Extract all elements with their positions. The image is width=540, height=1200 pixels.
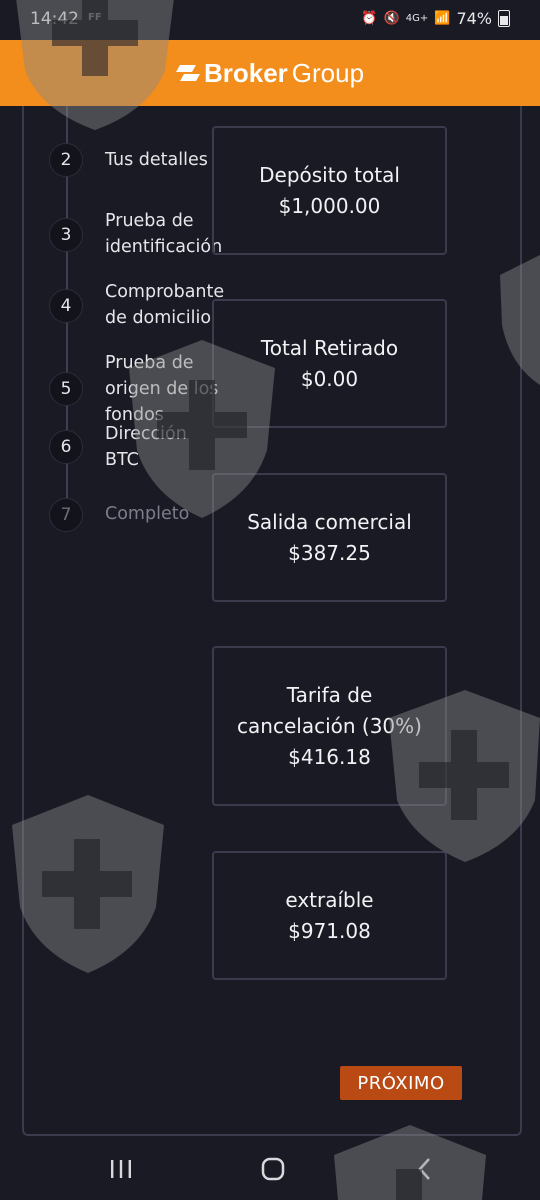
next-button[interactable]: PRÓXIMO [340,1066,462,1100]
card-value: $971.08 [288,918,371,943]
battery-icon [498,10,510,27]
step-number-5: 5 [49,372,83,406]
card-title: extraíble [285,887,374,912]
step-label-complete: Completo [105,504,190,524]
carrier-badge: FF [88,12,102,23]
card-title-line1: Tarifa de [286,682,373,707]
card-value: $1,000.00 [278,193,381,218]
card-title: Total Retirado [260,335,399,360]
card-trading-output: Salida comercial $387.25 [212,473,447,602]
step-label-details: Tus detalles [105,150,208,170]
recents-icon [111,1160,131,1178]
step-number-2: 2 [49,143,83,177]
card-cancellation-fee: Tarifa de cancelación (30%) $416.18 [212,646,447,806]
app-header: Broker Group [0,40,540,106]
logo-text-broker: Broker [203,57,288,88]
card-total-deposit: Depósito total $1,000.00 [212,126,447,255]
status-bar: 14:42 FF ⏰ 🔇 4G+ 📶 74% [0,0,540,40]
card-value: $416.18 [288,744,371,769]
card-total-withdrawn: Total Retirado $0.00 [212,299,447,428]
card-value: $0.00 [300,366,359,391]
main-panel [22,106,522,1136]
step-label-btc-address: Dirección BTC [105,424,187,470]
network-label: 4G+ [405,13,429,24]
brokergroup-logo: Broker Group [175,57,365,89]
back-icon [418,1158,430,1180]
card-value: $387.25 [288,540,371,565]
recents-button[interactable] [104,1154,138,1184]
status-icons: ⏰ 🔇 4G+ 📶 74% [361,9,510,28]
home-icon [261,1157,285,1181]
status-time: 14:42 [30,9,79,29]
card-title: Depósito total [259,162,400,187]
step-number-4: 4 [49,289,83,323]
back-button[interactable] [408,1154,442,1184]
mute-icon: 🔇 [383,11,400,26]
card-title: Salida comercial [247,509,412,534]
alarm-icon: ⏰ [361,11,378,26]
logo-mark-icon [175,65,200,81]
step-number-7: 7 [49,498,83,532]
logo-text-group: Group [291,57,365,88]
battery-percent: 74% [456,9,492,28]
home-button[interactable] [256,1154,290,1184]
system-nav-bar [0,1125,540,1200]
signal-icon: 📶 [434,11,451,26]
card-withdrawable: extraíble $971.08 [212,851,447,980]
step-number-6: 6 [49,430,83,464]
card-title-line2: cancelación (30%) [237,713,422,738]
step-number-3: 3 [49,218,83,252]
